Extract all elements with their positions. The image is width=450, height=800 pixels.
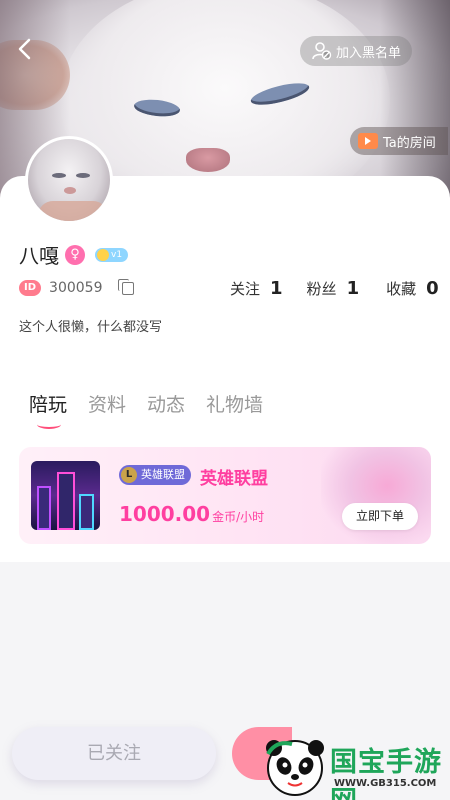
watermark-url: WWW.GB315.COM [334, 778, 437, 789]
stat-value: 0 [426, 278, 439, 299]
chevron-left-icon [18, 38, 31, 60]
block-user-icon [312, 42, 332, 60]
stat-label: 收藏 [386, 280, 417, 298]
game-title: 英雄联盟 [200, 469, 268, 489]
user-name: 八嘎 [19, 244, 59, 268]
site-watermark: 国宝手游网 WWW.GB315.COM [262, 736, 450, 800]
stat-value: 1 [270, 278, 283, 299]
order-now-button[interactable]: 立即下单 [342, 503, 418, 530]
tab-companion[interactable]: 陪玩 [29, 390, 67, 429]
price-amount: 1000.00 [119, 502, 211, 526]
id-tag: ID [19, 280, 42, 296]
tab-moments[interactable]: 动态 [147, 390, 185, 417]
level-badge: v1 [95, 247, 129, 262]
tab-profile-info[interactable]: 资料 [88, 390, 126, 417]
video-play-icon [358, 133, 378, 149]
game-tag-label: 英雄联盟 [141, 468, 185, 481]
game-service-card[interactable]: L 英雄联盟 英雄联盟 1000.00 金币/小时 立即下单 [19, 447, 431, 544]
back-button[interactable] [8, 32, 42, 66]
stat-following[interactable]: 关注 1 [230, 278, 283, 299]
follow-button[interactable]: 已关注 [12, 727, 216, 780]
profile-tabs: 陪玩 资料 动态 礼物墙 [29, 390, 284, 429]
user-bio: 这个人很懒，什么都没写 [19, 320, 163, 335]
female-gender-icon: ♀ [65, 244, 85, 265]
panda-logo-icon [266, 740, 324, 796]
avatar[interactable] [25, 136, 113, 224]
game-price: 1000.00 金币/小时 [119, 502, 264, 526]
blacklist-label: 加入黑名单 [336, 45, 402, 61]
watermark-title: 国宝手游网 [330, 747, 442, 800]
add-to-blacklist-button[interactable]: 加入黑名单 [300, 36, 412, 66]
user-id: 300059 [49, 280, 103, 296]
stat-label: 关注 [230, 280, 261, 298]
stat-fans[interactable]: 粉丝 1 [307, 278, 360, 299]
ta-room-button[interactable]: Ta的房间 [350, 127, 448, 155]
name-row: 八嘎 ♀ v1 [19, 240, 129, 269]
stats-row: 关注 1 粉丝 1 收藏 0 [230, 278, 439, 299]
game-tag: L 英雄联盟 [119, 465, 191, 485]
lol-logo-icon: L [121, 467, 137, 483]
copy-icon[interactable] [118, 278, 135, 295]
id-row: ID 300059 [19, 278, 135, 296]
tab-gift-wall[interactable]: 礼物墙 [206, 390, 263, 417]
price-unit: 金币/小时 [212, 510, 265, 524]
stat-favorites[interactable]: 收藏 0 [386, 278, 439, 299]
stat-label: 粉丝 [306, 280, 337, 298]
room-label: Ta的房间 [383, 135, 436, 151]
game-thumbnail [31, 461, 100, 530]
stat-value: 1 [346, 278, 360, 299]
